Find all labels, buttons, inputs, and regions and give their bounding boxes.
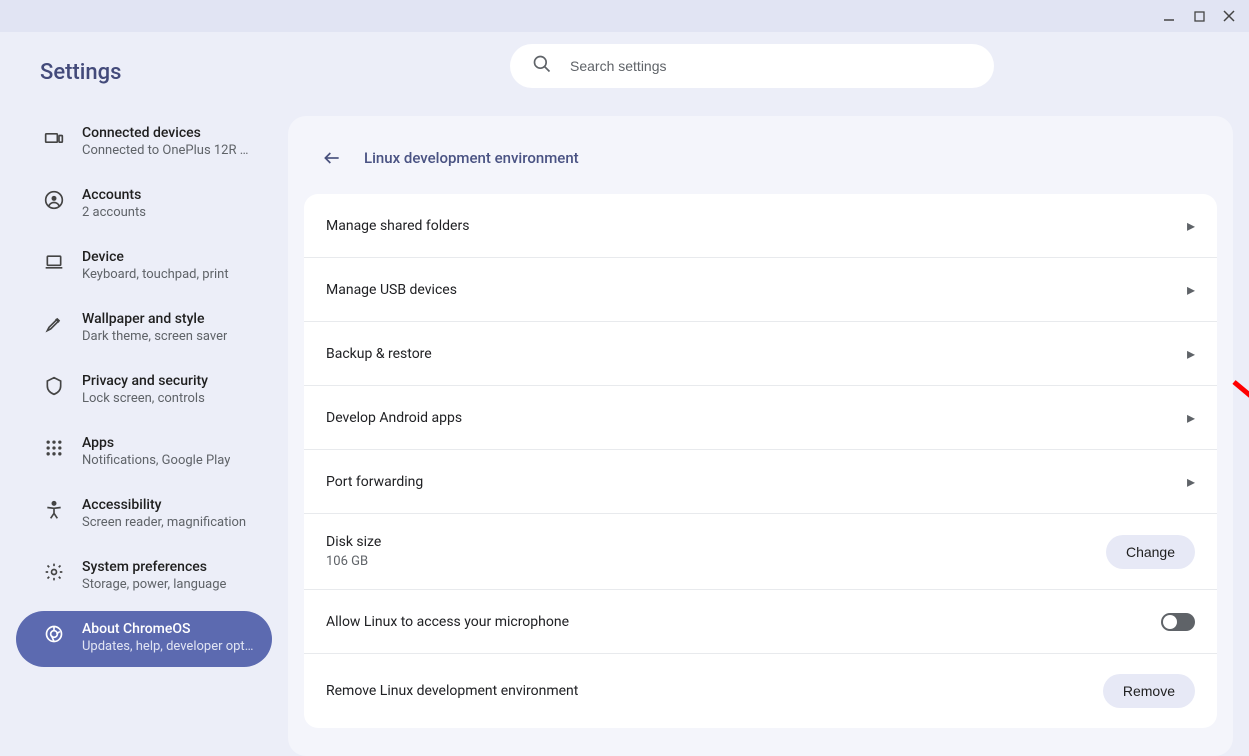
row-label: Disk size (326, 534, 381, 550)
page-title: Linux development environment (364, 149, 579, 167)
account-icon (44, 190, 64, 210)
row-disk-size: Disk size 106 GB Change (304, 514, 1217, 590)
search-input[interactable] (570, 58, 972, 74)
disk-size-value: 106 GB (326, 554, 381, 569)
sidebar-item-about[interactable]: About ChromeOS Updates, help, developer … (16, 611, 272, 667)
nav-subtitle: Keyboard, touchpad, print (82, 267, 229, 282)
chevron-right-icon: ▸ (1187, 408, 1195, 427)
row-remove-linux: Remove Linux development environment Rem… (304, 654, 1217, 728)
nav-title: System preferences (82, 559, 226, 575)
row-label: Backup & restore (326, 346, 432, 362)
sidebar-item-privacy[interactable]: Privacy and security Lock screen, contro… (16, 363, 272, 419)
nav-subtitle: Lock screen, controls (82, 391, 208, 406)
nav-title: Connected devices (82, 125, 256, 141)
nav-subtitle: Updates, help, developer options (82, 639, 256, 654)
nav-subtitle: Connected to OnePlus 12R Gens… (82, 143, 256, 158)
row-manage-shared-folders[interactable]: Manage shared folders ▸ (304, 194, 1217, 258)
main-content: Linux development environment Manage sha… (288, 32, 1249, 749)
settings-card: Manage shared folders ▸ Manage USB devic… (304, 194, 1217, 728)
sidebar-item-device[interactable]: Device Keyboard, touchpad, print (16, 239, 272, 295)
nav-title: Accessibility (82, 497, 246, 513)
chevron-right-icon: ▸ (1187, 216, 1195, 235)
search-bar[interactable] (510, 44, 994, 88)
change-button[interactable]: Change (1106, 535, 1195, 569)
remove-button[interactable]: Remove (1103, 674, 1195, 708)
nav-title: Accounts (82, 187, 146, 203)
close-button[interactable] (1221, 8, 1237, 24)
settings-panel: Linux development environment Manage sha… (288, 116, 1233, 756)
nav-subtitle: Notifications, Google Play (82, 453, 230, 468)
brush-icon (44, 314, 64, 334)
row-label: Develop Android apps (326, 410, 462, 426)
sidebar-item-apps[interactable]: Apps Notifications, Google Play (16, 425, 272, 481)
sidebar-item-wallpaper[interactable]: Wallpaper and style Dark theme, screen s… (16, 301, 272, 357)
search-icon (532, 54, 552, 78)
shield-icon (44, 376, 64, 396)
row-label: Allow Linux to access your microphone (326, 614, 569, 630)
nav-subtitle: Dark theme, screen saver (82, 329, 227, 344)
nav-title: Apps (82, 435, 230, 451)
row-allow-microphone: Allow Linux to access your microphone (304, 590, 1217, 654)
nav-title: Privacy and security (82, 373, 208, 389)
microphone-toggle[interactable] (1161, 613, 1195, 631)
gear-icon (44, 562, 64, 582)
row-label: Remove Linux development environment (326, 683, 578, 699)
chevron-right-icon: ▸ (1187, 280, 1195, 299)
row-port-forwarding[interactable]: Port forwarding ▸ (304, 450, 1217, 514)
laptop-icon (44, 252, 64, 272)
row-label: Port forwarding (326, 474, 423, 490)
devices-icon (44, 128, 64, 148)
sidebar: Settings Connected devices Connected to … (0, 32, 288, 749)
row-label: Manage USB devices (326, 282, 457, 298)
chrome-icon (44, 624, 64, 644)
chevron-right-icon: ▸ (1187, 344, 1195, 363)
accessibility-icon (44, 500, 64, 520)
nav-title: About ChromeOS (82, 621, 256, 637)
nav-subtitle: Screen reader, magnification (82, 515, 246, 530)
nav-subtitle: 2 accounts (82, 205, 146, 220)
row-manage-usb-devices[interactable]: Manage USB devices ▸ (304, 258, 1217, 322)
nav-subtitle: Storage, power, language (82, 577, 226, 592)
row-develop-android-apps[interactable]: Develop Android apps ▸ (304, 386, 1217, 450)
chevron-right-icon: ▸ (1187, 472, 1195, 491)
window-titlebar (0, 0, 1249, 32)
app-title: Settings (0, 52, 288, 109)
nav-title: Wallpaper and style (82, 311, 227, 327)
sidebar-item-connected-devices[interactable]: Connected devices Connected to OnePlus 1… (16, 115, 272, 171)
apps-icon (44, 438, 64, 458)
row-backup-restore[interactable]: Backup & restore ▸ (304, 322, 1217, 386)
sidebar-item-accessibility[interactable]: Accessibility Screen reader, magnificati… (16, 487, 272, 543)
sidebar-item-accounts[interactable]: Accounts 2 accounts (16, 177, 272, 233)
row-label: Manage shared folders (326, 218, 469, 234)
back-button[interactable] (316, 142, 348, 174)
maximize-button[interactable] (1191, 8, 1207, 24)
nav-title: Device (82, 249, 229, 265)
minimize-button[interactable] (1161, 8, 1177, 24)
sidebar-item-system[interactable]: System preferences Storage, power, langu… (16, 549, 272, 605)
